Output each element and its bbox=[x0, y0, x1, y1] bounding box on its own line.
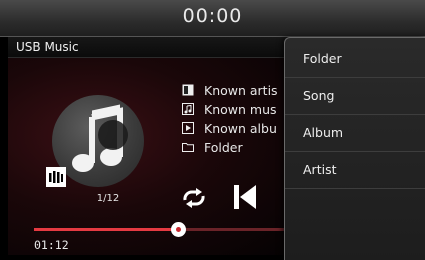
album-icon bbox=[182, 122, 194, 134]
artist-name: Known artis bbox=[204, 82, 278, 98]
previous-track-icon[interactable] bbox=[234, 185, 256, 209]
song-name: Known mus bbox=[204, 101, 277, 117]
progress-bar[interactable] bbox=[34, 222, 291, 237]
info-folder: Folder bbox=[182, 138, 243, 156]
folder-icon bbox=[182, 143, 194, 152]
music-player-panel: USB Music 1/12 Known artis Known mus Kno… bbox=[8, 37, 291, 255]
source-title-bar: USB Music bbox=[8, 37, 291, 58]
elapsed-time: 01:12 bbox=[34, 238, 69, 252]
artist-icon bbox=[182, 84, 194, 96]
music-note-icon bbox=[182, 103, 194, 115]
info-artist: Known artis bbox=[182, 81, 278, 99]
progress-handle[interactable] bbox=[170, 222, 186, 237]
menu-item-label: Song bbox=[303, 88, 335, 103]
menu-item-label: Folder bbox=[303, 51, 342, 66]
folder-name: Folder bbox=[204, 139, 243, 155]
menu-item-label: Album bbox=[303, 125, 344, 140]
repeat-icon[interactable] bbox=[181, 187, 207, 209]
clock: 00:00 bbox=[182, 5, 243, 27]
menu-item-label: Artist bbox=[303, 162, 337, 177]
info-song: Known mus bbox=[182, 100, 277, 118]
album-name: Known albu bbox=[204, 120, 277, 136]
menu-item-folder[interactable]: Folder bbox=[285, 41, 425, 78]
source-title: USB Music bbox=[16, 40, 79, 54]
playlist-mode-icon[interactable] bbox=[46, 167, 66, 187]
track-counter: 1/12 bbox=[96, 193, 120, 204]
menu-item-artist[interactable]: Artist bbox=[285, 152, 425, 189]
menu-item-album[interactable]: Album bbox=[285, 115, 425, 152]
status-bar: 00:00 bbox=[0, 0, 425, 37]
info-album: Known albu bbox=[182, 119, 277, 137]
head-unit-screen: 00:00 USB Music 1/12 Known artis Known m… bbox=[0, 0, 425, 260]
browse-menu: Folder Song Album Artist bbox=[284, 37, 425, 260]
progress-fill bbox=[34, 228, 178, 231]
menu-item-song[interactable]: Song bbox=[285, 78, 425, 115]
